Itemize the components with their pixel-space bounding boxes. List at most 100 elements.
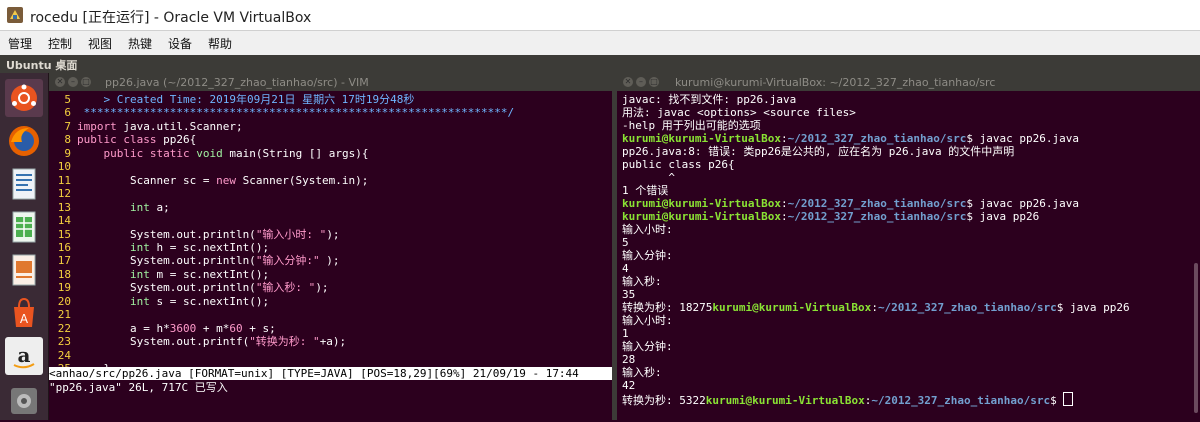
ubuntu-dash-icon[interactable] [5,79,43,117]
vim-line-number: 14 [57,214,71,228]
vim-code-token [77,241,130,254]
close-icon[interactable]: ✕ [55,77,65,87]
vim-window[interactable]: ✕ – □ pp26.java (~/2012_327_zhao_tianhao/s… [49,73,612,420]
terminal-output-line: 1 个错误 [622,184,669,197]
vim-line-number: 11 [57,173,71,187]
vim-code-token: public [77,133,117,147]
terminal-cursor[interactable] [1063,392,1074,406]
vim-code-line[interactable]: 7 import java.util.Scanner; [49,120,612,133]
vim-code-line[interactable]: 24 [49,349,612,362]
maximize-icon[interactable]: □ [81,77,91,87]
vim-line-number: 12 [57,187,71,201]
menu-item-devices[interactable]: 设备 [168,35,192,52]
terminal-program-output: 转换为秒: 5322 [622,394,706,407]
minimize-icon[interactable]: – [636,77,646,87]
terminal-program-output: 转换为秒: 18275 [622,301,713,314]
vim-code-line[interactable]: 13 int a; [49,201,612,214]
vim-line-number: 17 [57,254,71,268]
amazon-icon[interactable]: a [5,337,43,375]
vim-code-line[interactable]: 17 System.out.println("输入分钟:" ); [49,254,612,267]
vim-code-token: > Created Time: 2019年09月21日 星期六 17时19分48… [103,93,415,106]
terminal-output-line: ^ [622,171,675,184]
vim-code-token: int [129,267,150,281]
vim-code-token: ); [315,281,329,295]
terminal-output-line: public class p26{ [622,158,735,171]
terminal-prompt-line: kurumi@kurumi-VirtualBox:~/2012_327_zhao… [622,197,1079,210]
vim-code-token: +a); [319,335,347,349]
libreoffice-writer-icon[interactable] [5,165,43,203]
vim-code-token: System.out.println( [77,254,256,268]
menu-item-help[interactable]: 帮助 [208,35,232,52]
firefox-icon[interactable] [5,122,43,160]
libreoffice-impress-icon[interactable] [5,251,43,289]
menu-item-manage[interactable]: 管理 [8,35,32,52]
vim-code-token: void [196,146,223,160]
vim-code-line[interactable]: 21 [49,308,612,321]
terminal-output-line: 输入秒: [622,275,662,288]
prompt-user-host: kurumi@kurumi-VirtualBox [705,394,865,407]
vim-window-header: ✕ – □ pp26.java (~/2012_327_zhao_tianhao/s… [49,73,612,91]
terminal-output-line: 输入秒: [622,366,662,379]
prompt-path: ~/2012_327_zhao_tianhao/src [871,394,1051,407]
vim-code-line[interactable]: 14 [49,214,612,227]
vim-code-line[interactable]: 19 System.out.println("输入秒: "); [49,281,612,294]
vim-line-number: 16 [57,240,71,254]
vim-code-token: "输入小时: " [255,227,327,241]
vim-code-line[interactable]: 6 **************************************… [49,106,612,119]
vim-code-token: System.out.printf( [77,335,250,349]
vim-code-token: class [123,133,157,147]
vim-status-line: <anhao/src/pp26.java [FORMAT=unix] [TYPE… [49,367,612,380]
software-center-icon[interactable]: A [5,294,43,332]
vim-line-number: 24 [57,348,71,362]
vim-code-token: System.out.println( [77,227,256,241]
menubar: 管理 控制 视图 热键 设备 帮助 [0,31,1200,56]
menu-item-view[interactable]: 视图 [88,35,112,52]
vim-code-line[interactable]: 15 System.out.println("输入小时: "); [49,228,612,241]
menu-item-control[interactable]: 控制 [48,35,72,52]
terminal-command: javac pp26.java [979,197,1079,210]
terminal-command: java pp26 [979,210,1040,223]
vim-code-line[interactable]: 23 System.out.printf("转换为秒: "+a); [49,335,612,348]
vim-code-line[interactable]: 22 a = h*3600 + m*60 + s; [49,322,612,335]
minimize-icon[interactable]: – [68,77,78,87]
terminal-output-line: -help 用于列出可能的选项 [622,119,761,132]
vim-code-line[interactable]: 8 public class pp26{ [49,133,612,146]
vim-code-line[interactable]: 20 int s = sc.nextInt(); [49,295,612,308]
prompt-user-host: kurumi@kurumi-VirtualBox [622,210,781,223]
virtualbox-app-icon [7,7,23,23]
system-settings-icon[interactable] [5,380,43,418]
vim-code-line[interactable]: 18 int m = sc.nextInt(); [49,268,612,281]
prompt-path: ~/2012_327_zhao_tianhao/src [787,210,967,223]
terminal-prompt-line: 转换为秒: 18275kurumi@kurumi-VirtualBox:~/20… [622,301,1130,314]
vim-code-token: a = h* [77,321,170,335]
vim-code-line[interactable]: 5 > Created Time: 2019年09月21日 星期六 17时19分… [49,93,612,106]
vim-line-number: 8 [64,133,71,147]
vim-code-token: "输入秒: " [255,281,316,295]
window-titlebar: rocedu [正在运行] - Oracle VM VirtualBox [0,0,1200,31]
terminal-output-line: 输入分钟: [622,340,673,353]
vim-code-line[interactable]: 11 Scanner sc = new Scanner(System.in); [49,174,612,187]
terminal-scrollbar[interactable] [1194,263,1198,413]
vim-code-line[interactable]: 10 [49,160,612,173]
prompt-path: ~/2012_327_zhao_tianhao/src [877,301,1057,314]
terminal-command: javac pp26.java [979,132,1079,145]
vim-line-number: 10 [57,160,71,174]
terminal-window-title: kurumi@kurumi-VirtualBox: ~/2012_327_zha… [675,76,996,89]
vim-code-token: m = sc.nextInt(); [149,267,270,281]
terminal-prompt-line: 转换为秒: 5322kurumi@kurumi-VirtualBox:~/201… [622,392,1186,407]
close-icon[interactable]: ✕ [623,77,633,87]
vim-code-token: "输入分钟:" [255,254,320,268]
terminal-output-line: 输入小时: [622,223,673,236]
vim-code-line[interactable]: 12 [49,187,612,200]
vim-code-token: 3600 [169,321,197,335]
vim-code-token [77,93,104,106]
terminal-window[interactable]: ✕ – □ kurumi@kurumi-VirtualBox: ~/2012_327… [617,73,1200,420]
maximize-icon[interactable]: □ [649,77,659,87]
vim-code-token: new [216,173,236,187]
vim-line-number: 7 [64,119,71,133]
menu-item-hotkey[interactable]: 热键 [128,35,152,52]
vim-code-line[interactable]: 9 public static void main(String [] args… [49,147,612,160]
libreoffice-calc-icon[interactable] [5,208,43,246]
vim-command-line[interactable]: "pp26.java" 26L, 717C 已写入 [49,381,612,394]
vim-code-line[interactable]: 16 int h = sc.nextInt(); [49,241,612,254]
